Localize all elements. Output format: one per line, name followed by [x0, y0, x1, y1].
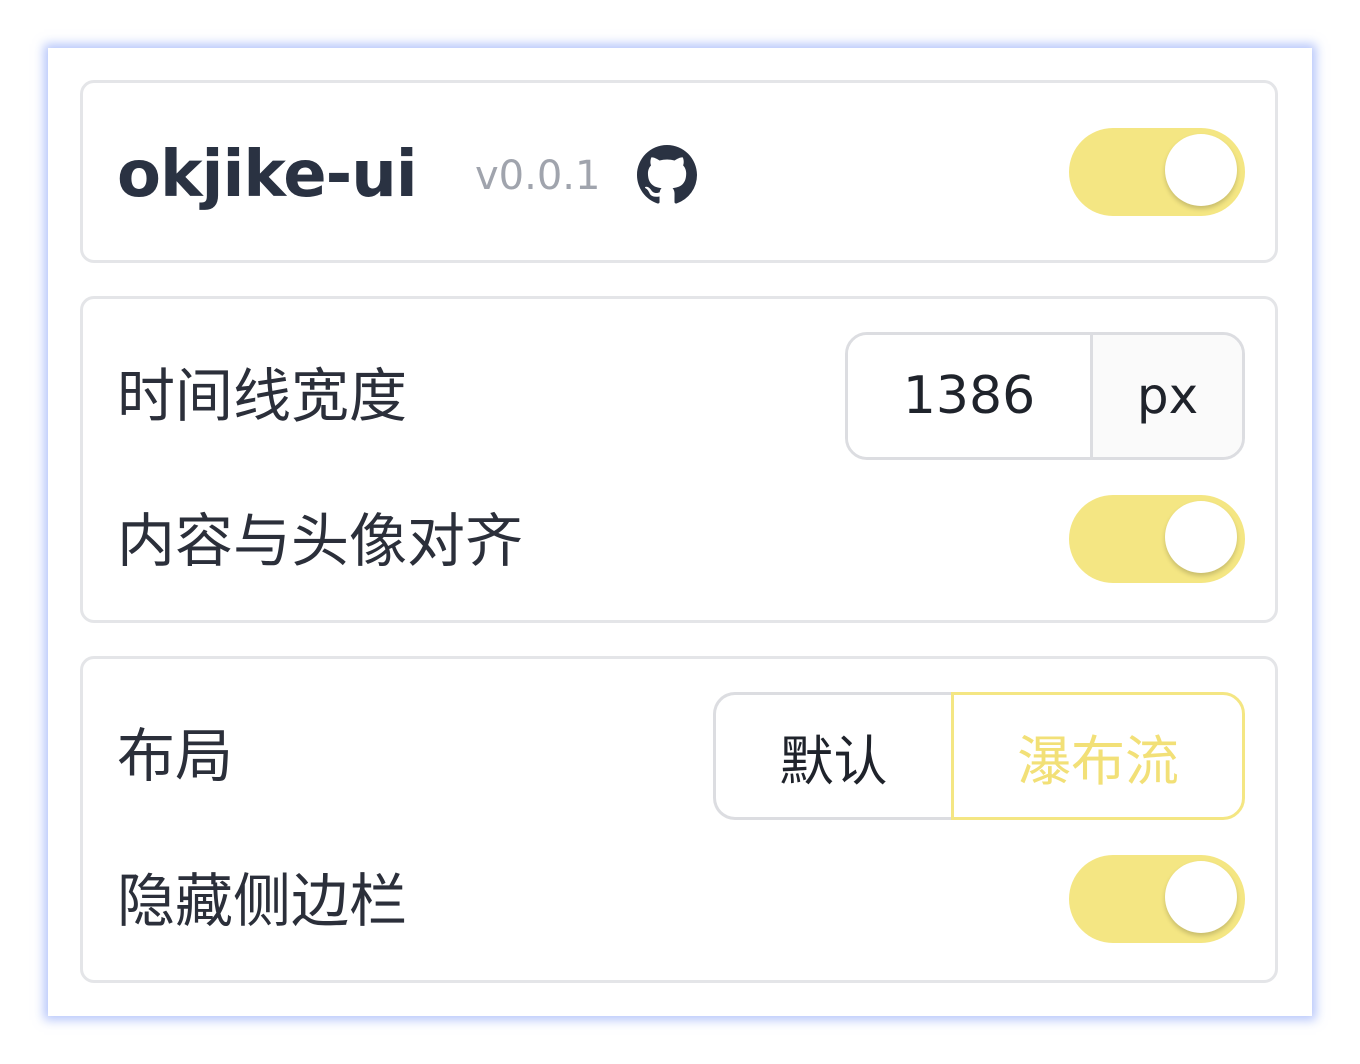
layout-label: 布局	[117, 722, 234, 790]
layout-card: 布局 默认 瀑布流 隐藏侧边栏	[80, 656, 1278, 983]
layout-segmented-control: 默认 瀑布流	[713, 692, 1245, 820]
toggle-knob	[1165, 861, 1237, 933]
github-icon[interactable]	[637, 145, 697, 205]
toggle-knob	[1165, 501, 1237, 573]
settings-panel: okjike-ui v0.0.1 时间线宽度 px 内容与头像对齐 布局 默认 …	[48, 48, 1312, 1016]
header-card: okjike-ui v0.0.1	[80, 80, 1278, 263]
layout-option-waterfall[interactable]: 瀑布流	[951, 692, 1245, 820]
timeline-width-unit: px	[1090, 335, 1242, 457]
timeline-width-field: px	[845, 332, 1245, 460]
align-avatar-label: 内容与头像对齐	[117, 507, 524, 575]
layout-option-default[interactable]: 默认	[713, 692, 951, 820]
hide-sidebar-label: 隐藏侧边栏	[117, 867, 408, 935]
timeline-card: 时间线宽度 px 内容与头像对齐	[80, 296, 1278, 623]
toggle-knob	[1165, 134, 1237, 206]
hide-sidebar-toggle[interactable]	[1069, 855, 1245, 943]
timeline-width-label: 时间线宽度	[117, 362, 408, 430]
extension-enabled-toggle[interactable]	[1069, 128, 1245, 216]
version-label: v0.0.1	[475, 153, 601, 199]
timeline-width-input[interactable]	[848, 335, 1090, 457]
align-avatar-toggle[interactable]	[1069, 495, 1245, 583]
app-title: okjike-ui	[117, 138, 418, 212]
